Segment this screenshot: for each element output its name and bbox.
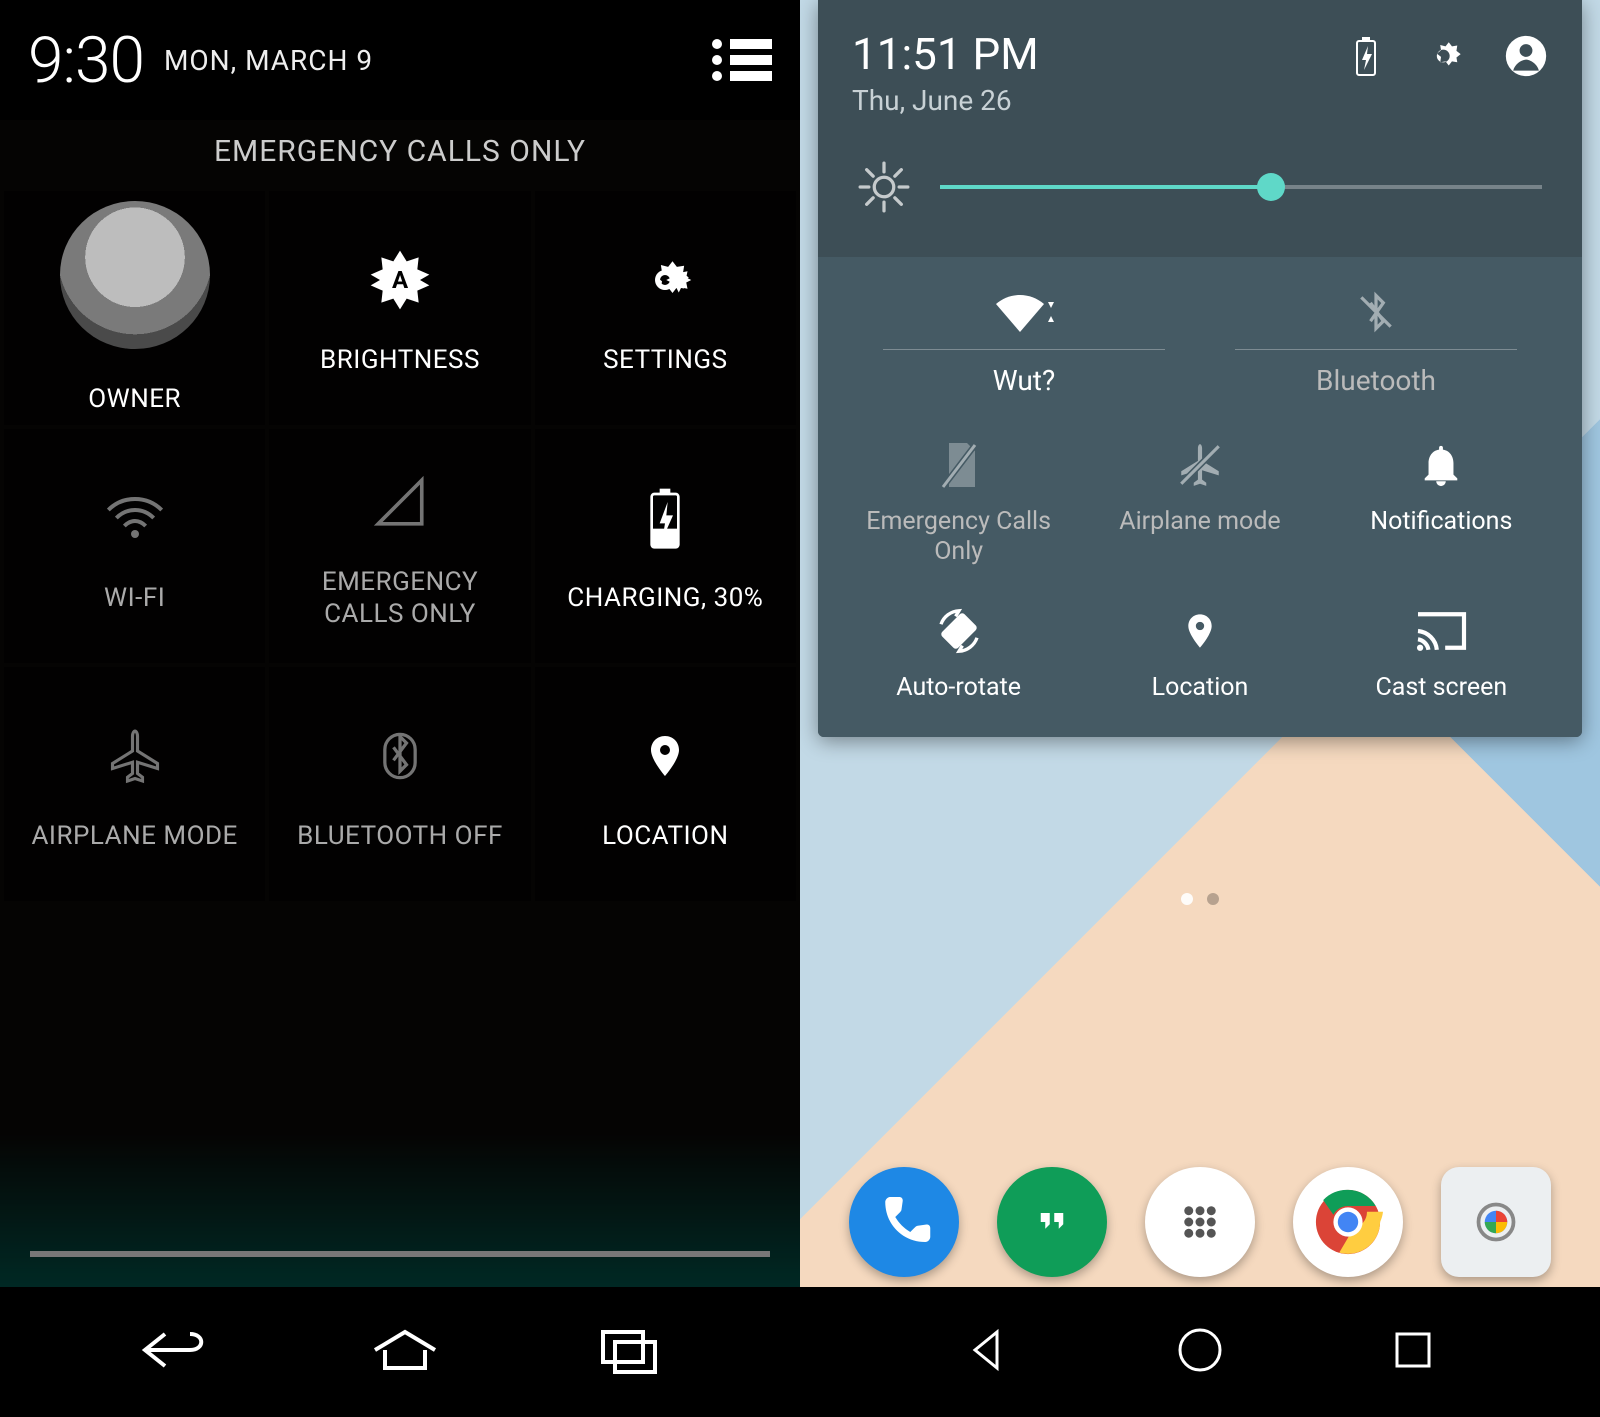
tile-label: SETTINGS	[603, 344, 727, 377]
app-drawer-icon[interactable]	[1145, 1167, 1255, 1277]
tile-location[interactable]: LOCATION	[535, 667, 796, 901]
navigation-bar	[0, 1287, 800, 1417]
user-button[interactable]	[1504, 34, 1548, 78]
tile-label: Emergency Calls Only	[866, 507, 1051, 567]
date: Thu, June 26	[852, 84, 1039, 117]
home-button[interactable]	[365, 1324, 445, 1380]
tile-sim[interactable]: Emergency Calls Only	[838, 437, 1079, 567]
airplane-icon	[95, 716, 175, 796]
pager-dot	[1207, 893, 1219, 905]
settings-button[interactable]	[1424, 34, 1468, 78]
auto-rotate-icon	[931, 603, 987, 659]
no-sim-icon	[931, 437, 987, 493]
tile-label: Location	[1152, 673, 1249, 703]
tile-bluetooth[interactable]: Bluetooth	[1200, 287, 1552, 397]
cast-icon	[1413, 603, 1469, 659]
tile-bluetooth[interactable]: BLUETOOTH OFF	[269, 667, 530, 901]
date: MON, MARCH 9	[164, 44, 373, 77]
airplane-off-icon	[1172, 437, 1228, 493]
tile-notifications[interactable]: Notifications	[1321, 437, 1562, 567]
tile-label: Auto-rotate	[896, 673, 1021, 703]
tile-airplane[interactable]: Airplane mode	[1079, 437, 1320, 567]
battery-charging-icon	[625, 478, 705, 558]
bluetooth-off-icon	[1344, 287, 1408, 337]
tile-label: CHARGING, 30%	[567, 582, 763, 615]
tile-label: Airplane mode	[1119, 507, 1280, 537]
wifi-icon	[992, 287, 1056, 337]
recents-button[interactable]	[1385, 1322, 1441, 1382]
quick-settings-grid: OWNER A BRIGHTNESS SETTINGS WI-FI EMERGE…	[0, 191, 800, 901]
bluetooth-icon	[360, 716, 440, 796]
tile-airplane[interactable]: AIRPLANE MODE	[4, 667, 265, 901]
quick-settings-shade: 11:51 PM Thu, June 26	[818, 0, 1582, 737]
back-button[interactable]	[135, 1324, 215, 1380]
hangouts-app-icon[interactable]	[997, 1167, 1107, 1277]
recents-button[interactable]	[595, 1324, 665, 1380]
tile-label: OWNER	[88, 383, 181, 416]
tile-location[interactable]: Location	[1079, 603, 1320, 703]
dock	[800, 1167, 1600, 1277]
carrier-banner: EMERGENCY CALLS ONLY	[0, 120, 800, 191]
back-button[interactable]	[959, 1322, 1015, 1382]
tile-label: Bluetooth	[1316, 364, 1436, 397]
wifi-icon	[95, 478, 175, 558]
notification-handle[interactable]	[30, 1251, 770, 1257]
clock: 9:30	[28, 23, 144, 98]
svg-text:A: A	[392, 266, 409, 294]
home-button[interactable]	[1172, 1322, 1228, 1382]
location-icon	[1172, 603, 1228, 659]
navigation-bar	[800, 1287, 1600, 1417]
tile-label: Wut?	[993, 364, 1055, 397]
tile-settings[interactable]: SETTINGS	[535, 191, 796, 425]
chrome-app-icon[interactable]	[1293, 1167, 1403, 1277]
tile-label: WI-FI	[104, 582, 165, 615]
tiles-section: Wut? Bluetooth Emergency Calls Only	[818, 257, 1582, 737]
tile-label: BRIGHTNESS	[320, 344, 480, 377]
tile-label: AIRPLANE MODE	[31, 820, 237, 853]
tile-wifi[interactable]: WI-FI	[4, 429, 265, 663]
battery-charging-icon	[1344, 34, 1388, 78]
camera-app-icon[interactable]	[1441, 1167, 1551, 1277]
tile-battery[interactable]: CHARGING, 30%	[535, 429, 796, 663]
tile-rotate[interactable]: Auto-rotate	[838, 603, 1079, 703]
tile-cast[interactable]: Cast screen	[1321, 603, 1562, 703]
tile-label: Cast screen	[1375, 673, 1507, 703]
tile-label: EMERGENCY CALLS ONLY	[322, 566, 478, 631]
brightness-slider-row	[818, 135, 1582, 257]
tile-label: BLUETOOTH OFF	[297, 820, 503, 853]
brightness-icon: A	[360, 240, 440, 320]
status-bar: 9:30 MON, MARCH 9	[0, 0, 800, 120]
signal-icon	[360, 462, 440, 542]
tile-label: LOCATION	[602, 820, 728, 853]
gear-icon	[625, 240, 705, 320]
tile-owner[interactable]: OWNER	[4, 191, 265, 425]
pager-dot	[1181, 893, 1193, 905]
brightness-icon	[858, 161, 910, 213]
page-indicator	[800, 893, 1600, 905]
quick-settings-toggle-icon[interactable]	[712, 39, 772, 81]
tile-wifi[interactable]: Wut?	[848, 287, 1200, 397]
tile-cellular[interactable]: EMERGENCY CALLS ONLY	[269, 429, 530, 663]
location-icon	[625, 716, 705, 796]
phone-app-icon[interactable]	[849, 1167, 959, 1277]
shade-header: 11:51 PM Thu, June 26	[818, 0, 1582, 135]
bell-icon	[1413, 437, 1469, 493]
phone-lollipop: 11:51 PM Thu, June 26	[800, 0, 1600, 1417]
avatar	[60, 201, 210, 349]
brightness-slider[interactable]	[940, 185, 1542, 189]
tile-label: Notifications	[1370, 507, 1512, 537]
tile-brightness[interactable]: A BRIGHTNESS	[269, 191, 530, 425]
phone-kitkat: 9:30 MON, MARCH 9 EMERGENCY CALLS ONLY O…	[0, 0, 800, 1417]
clock: 11:51 PM	[852, 28, 1039, 80]
